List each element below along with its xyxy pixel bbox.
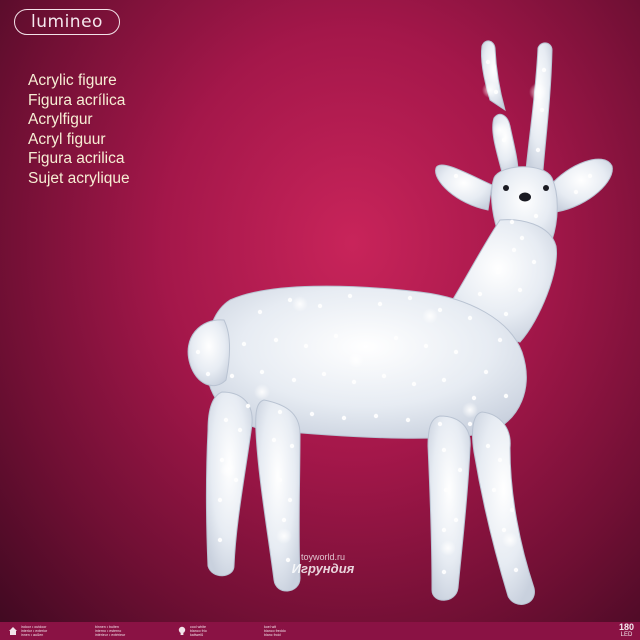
antler-left <box>481 40 506 112</box>
led-count: 180 <box>618 622 634 632</box>
ear-left <box>435 164 493 211</box>
watermark-name: Игрундия <box>291 561 355 576</box>
footer-line: innen • außen <box>21 633 44 638</box>
ear-right <box>549 158 613 213</box>
leg-front-right <box>472 411 535 605</box>
footer-block-color-2: koel wit bianco freddo blanc froid <box>264 625 338 638</box>
eye-left <box>503 185 509 191</box>
footer-block-placement: indoor • outdoor interior • exterior inn… <box>21 625 95 638</box>
watermark: toyworld.ru Игрундия <box>268 552 378 576</box>
footer-block-placement-2: binnen • buiten interno • esterno intéri… <box>95 625 169 638</box>
footer-line: blanc froid <box>264 633 281 638</box>
info-footer: indoor • outdoor interior • exterior inn… <box>0 622 640 640</box>
footer-line: kaltweiß <box>190 633 204 638</box>
footer-block-color: cool white blanco frío kaltweiß <box>190 625 264 638</box>
bulb-icon <box>178 626 186 635</box>
led-unit: LED <box>620 632 633 638</box>
reindeer-figure-illustration <box>187 40 613 605</box>
nose <box>519 192 531 202</box>
eye-right <box>543 185 549 191</box>
reindeer-figure <box>187 40 613 605</box>
footer-line: intérieur • extérieur <box>95 633 126 638</box>
leg-front-left <box>427 415 471 601</box>
leg-back-left <box>206 391 253 577</box>
led-count-badge: 180 LED <box>619 623 634 639</box>
house-icon <box>9 627 17 635</box>
